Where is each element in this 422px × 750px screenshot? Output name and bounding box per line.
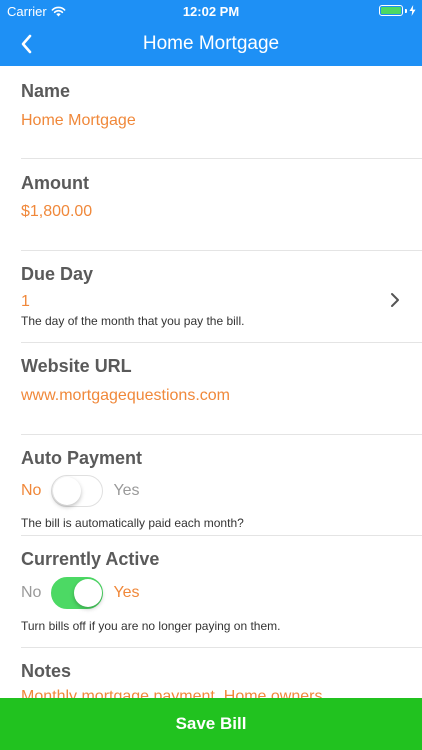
battery-level	[381, 7, 401, 14]
website-row[interactable]: Website URL www.mortgagequestions.com	[0, 343, 422, 435]
auto-payment-row: Auto Payment No Yes The bill is automati…	[0, 435, 422, 536]
name-row[interactable]: Name Home Mortgage	[0, 66, 422, 159]
due-day-label: Due Day	[21, 264, 94, 284]
status-time: 12:02 PM	[182, 4, 240, 19]
due-day-value[interactable]: 1	[21, 293, 30, 311]
currently-active-hint: Turn bills off if you are no longer payi…	[21, 619, 281, 633]
auto-payment-hint: The bill is automatically paid each mont…	[21, 516, 244, 530]
notes-value[interactable]: Monthly mortgage payment. Home owners	[21, 688, 322, 698]
battery-indicator	[379, 5, 416, 16]
website-value[interactable]: www.mortgagequestions.com	[21, 387, 230, 405]
battery-icon	[379, 5, 403, 16]
app-screen: Carrier 12:02 PM Home Mortgage Name Home…	[0, 0, 422, 750]
currently-active-no-label: No	[21, 584, 42, 601]
auto-payment-label: Auto Payment	[21, 448, 143, 468]
currently-active-control: No Yes	[21, 577, 140, 609]
auto-payment-control: No Yes	[21, 475, 140, 507]
notes-row[interactable]: Notes Monthly mortgage payment. Home own…	[0, 648, 422, 698]
charging-bolt-icon	[409, 5, 416, 16]
due-day-hint: The day of the month that you pay the bi…	[21, 314, 245, 328]
currently-active-yes-label: Yes	[113, 584, 140, 601]
amount-label: Amount	[21, 173, 89, 193]
name-label: Name	[21, 81, 71, 101]
toggle-knob	[52, 476, 81, 505]
save-bill-button[interactable]: Save Bill	[0, 698, 422, 750]
amount-value[interactable]: $1,800.00	[21, 203, 92, 221]
auto-payment-toggle[interactable]	[51, 475, 104, 507]
name-value[interactable]: Home Mortgage	[21, 112, 136, 130]
status-bar: Carrier 12:02 PM	[0, 0, 422, 22]
currently-active-row: Currently Active No Yes Turn bills off i…	[0, 536, 422, 648]
amount-row[interactable]: Amount $1,800.00	[0, 159, 422, 251]
currently-active-toggle[interactable]	[51, 577, 104, 609]
auto-payment-no-label: No	[21, 482, 42, 499]
auto-payment-yes-label: Yes	[113, 482, 140, 499]
navigation-bar: Home Mortgage	[0, 22, 422, 66]
top-bar: Carrier 12:02 PM Home Mortgage	[0, 0, 422, 66]
battery-tip	[405, 8, 407, 13]
bill-form: Name Home Mortgage Amount $1,800.00 Due …	[0, 66, 422, 698]
page-title: Home Mortgage	[142, 33, 280, 54]
notes-label: Notes	[21, 661, 72, 681]
chevron-right-icon[interactable]	[388, 291, 402, 309]
due-day-row[interactable]: Due Day 1 The day of the month that you …	[0, 251, 422, 343]
website-label: Website URL	[21, 356, 132, 376]
toggle-knob	[73, 578, 102, 607]
currently-active-label: Currently Active	[21, 549, 160, 569]
